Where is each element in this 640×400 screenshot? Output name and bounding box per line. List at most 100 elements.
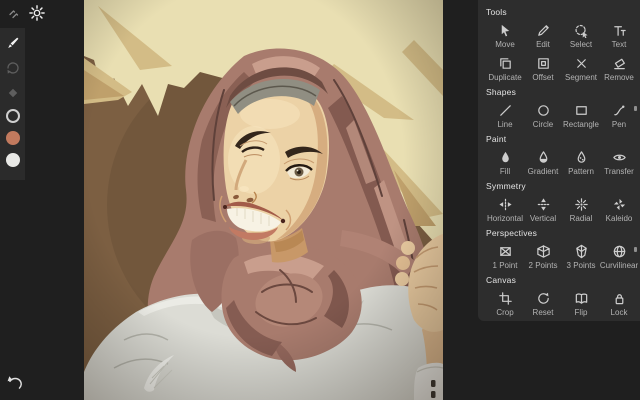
flip-icon [574, 288, 589, 308]
move-icon [498, 20, 513, 40]
panel-item-horizontal[interactable]: Horizontal [486, 194, 524, 227]
duplicate-icon [498, 53, 513, 73]
fill-color-swatch[interactable] [5, 131, 20, 145]
panel-item-label: Radial [569, 214, 593, 223]
eraser-tool[interactable] [4, 84, 21, 101]
text-icon [612, 20, 627, 40]
panel-item-label: Transfer [604, 167, 634, 176]
horizontal-icon [498, 194, 513, 214]
panel-item-edit[interactable]: Edit [524, 20, 562, 53]
panel-item-vertical[interactable]: Vertical [524, 194, 562, 227]
left-toolbar [0, 28, 25, 180]
panel-item-label: Fill [499, 167, 511, 176]
p2-icon [536, 241, 551, 261]
app-window: Tools Move Edit Select Text Duplicate Offset Se… [0, 0, 640, 400]
panel-item-label: 1 Point [492, 261, 518, 270]
panel-section-paint: Paint Fill Gradient Pattern Transfer [486, 134, 640, 180]
edit-icon [536, 20, 551, 40]
p3-icon [574, 241, 589, 261]
vertical-icon [536, 194, 551, 214]
panel-item-label: 2 Points [528, 261, 558, 270]
more-options-mark [634, 106, 637, 111]
panel-item-label: Segment [564, 73, 598, 82]
panel-item-select[interactable]: Select [562, 20, 600, 53]
pen-icon [612, 100, 627, 120]
panel-item-label: Remove [604, 73, 634, 82]
panel-item-offset[interactable]: Offset [524, 53, 562, 86]
transfer-icon [612, 147, 627, 167]
section-title: Tools [486, 7, 507, 17]
stroke-none-swatch[interactable] [5, 109, 20, 123]
panel-item-label: Rectangle [562, 120, 600, 129]
panel-section-tools: Tools Move Edit Select Text Duplicate Offset Se… [486, 7, 640, 86]
panel-item-2-points[interactable]: 2 Points [524, 241, 562, 274]
panel-item-3-points[interactable]: 3 Points [562, 241, 600, 274]
panel-item-pen[interactable]: Pen [600, 100, 638, 133]
panel-item-label: Lock [610, 308, 628, 317]
panel-item-label: Kaleido [605, 214, 633, 223]
panel-item-label: Curvilinear [599, 261, 639, 270]
panel-item-circle[interactable]: Circle [524, 100, 562, 133]
offset-icon [536, 53, 551, 73]
undo-icon[interactable] [6, 374, 24, 392]
panel-item-move[interactable]: Move [486, 20, 524, 53]
panel-item-gradient[interactable]: Gradient [524, 147, 562, 180]
panel-item-label: Edit [536, 40, 550, 49]
rotate-tool[interactable] [4, 59, 21, 76]
panel-item-label: Text [611, 40, 627, 49]
panel-item-label: Select [569, 40, 593, 49]
panel-item-crop[interactable]: Crop [486, 288, 524, 321]
panel-item-rectangle[interactable]: Rectangle [562, 100, 600, 133]
segment-icon [574, 53, 589, 73]
remove-icon [612, 53, 627, 73]
section-title: Symmetry [486, 181, 526, 191]
collapse-icon[interactable] [6, 6, 22, 22]
pattern-icon [574, 147, 589, 167]
panel-item-label: Move [495, 40, 515, 49]
p1-icon [498, 241, 513, 261]
section-title: Perspectives [486, 228, 538, 238]
panel-section-perspectives: Perspectives 1 Point 2 Points 3 Points Curvi… [486, 228, 640, 274]
panel-item-label: Vertical [529, 214, 557, 223]
canvas-artwork [84, 0, 443, 400]
panel-item-label: Duplicate [488, 73, 522, 82]
panel-item-text[interactable]: Text [600, 20, 638, 53]
panel-item-duplicate[interactable]: Duplicate [486, 53, 524, 86]
panel-item-fill[interactable]: Fill [486, 147, 524, 180]
panel-section-symmetry: Symmetry Horizontal Vertical Radial Kaleido [486, 181, 640, 227]
panel-item-segment[interactable]: Segment [562, 53, 600, 86]
select-icon [574, 20, 589, 40]
panel-item-reset[interactable]: Reset [524, 288, 562, 321]
panel-item-label: Pen [611, 120, 627, 129]
panel-item-flip[interactable]: Flip [562, 288, 600, 321]
fill-icon [498, 147, 513, 167]
panel-item-transfer[interactable]: Transfer [600, 147, 638, 180]
panel-item-label: Offset [532, 73, 554, 82]
circle-icon [536, 100, 551, 120]
settings-gear-icon[interactable] [28, 4, 46, 22]
line-icon [498, 100, 513, 120]
panel-item-label: Gradient [527, 167, 559, 176]
panel-item-label: Reset [532, 308, 554, 317]
curvilinear-icon [612, 241, 627, 261]
panel-item-remove[interactable]: Remove [600, 53, 638, 86]
artwork-vignette [84, 0, 443, 400]
secondary-color-swatch[interactable] [5, 153, 20, 167]
panel-item-pattern[interactable]: Pattern [562, 147, 600, 180]
panel-item-line[interactable]: Line [486, 100, 524, 133]
panel-item-label: Line [497, 120, 513, 129]
more-options-mark [634, 247, 637, 252]
reset-icon [536, 288, 551, 308]
panel-section-canvas: Canvas Crop Reset Flip Lock [486, 275, 640, 321]
panel-item-1-point[interactable]: 1 Point [486, 241, 524, 274]
gradient-icon [536, 147, 551, 167]
panel-item-curvilinear[interactable]: Curvilinear [600, 241, 638, 274]
panel-item-lock[interactable]: Lock [600, 288, 638, 321]
drawing-canvas[interactable] [84, 0, 443, 400]
section-title: Canvas [486, 275, 517, 285]
panel-item-kaleido[interactable]: Kaleido [600, 194, 638, 227]
section-title: Paint [486, 134, 507, 144]
panel-item-radial[interactable]: Radial [562, 194, 600, 227]
brush-tool[interactable] [4, 34, 21, 51]
panel-item-label: 3 Points [566, 261, 596, 270]
